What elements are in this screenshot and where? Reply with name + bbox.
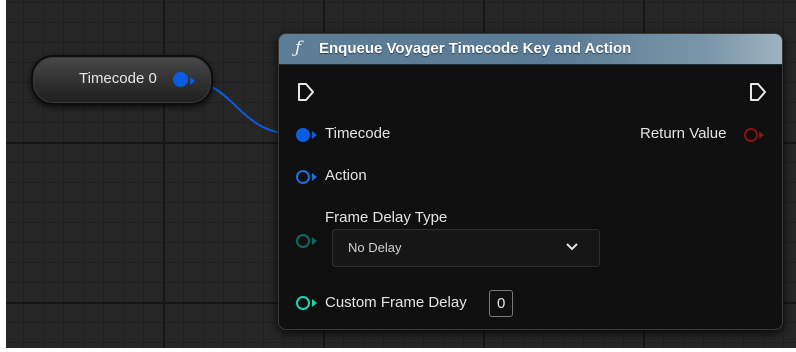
exec-output-pin-icon[interactable] (749, 82, 767, 102)
variable-label: Timecode 0 (79, 70, 157, 87)
exec-input-pin-icon[interactable] (297, 82, 315, 102)
custom-frame-delay-input[interactable]: 0 (489, 290, 513, 317)
return-value-output-pin[interactable] (744, 128, 758, 142)
node-title: Enqueue Voyager Timecode Key and Action (319, 40, 632, 57)
custom-frame-delay-value: 0 (497, 295, 506, 312)
variable-output-pin[interactable] (173, 72, 188, 87)
timecode-input-label: Timecode (325, 125, 391, 142)
frame-delay-type-label: Frame Delay Type (325, 209, 448, 226)
pin-arrow-icon (312, 131, 317, 139)
pin-arrow-icon (312, 173, 317, 181)
return-value-label: Return Value (640, 125, 727, 142)
custom-frame-delay-label: Custom Frame Delay (325, 294, 467, 311)
action-input-label: Action (325, 167, 367, 184)
frame-delay-type-input-pin[interactable] (296, 234, 310, 248)
node-header[interactable]: ƒ Enqueue Voyager Timecode Key and Actio… (279, 34, 782, 65)
frame-delay-type-value: No Delay (348, 240, 402, 255)
function-call-node[interactable]: ƒ Enqueue Voyager Timecode Key and Actio… (278, 33, 783, 330)
pin-arrow-icon (312, 237, 317, 245)
frame-delay-type-dropdown[interactable]: No Delay (332, 229, 600, 267)
action-input-pin[interactable] (296, 170, 310, 184)
pin-arrow-icon (312, 299, 317, 307)
pin-arrow-icon (759, 131, 764, 139)
timecode-input-pin[interactable] (296, 128, 310, 142)
custom-frame-delay-input-pin[interactable] (296, 296, 310, 310)
function-icon: ƒ (295, 38, 302, 58)
timecode-variable-node[interactable]: Timecode 0 (31, 55, 213, 105)
chevron-down-icon (566, 243, 578, 251)
pin-arrow-icon (190, 77, 195, 85)
